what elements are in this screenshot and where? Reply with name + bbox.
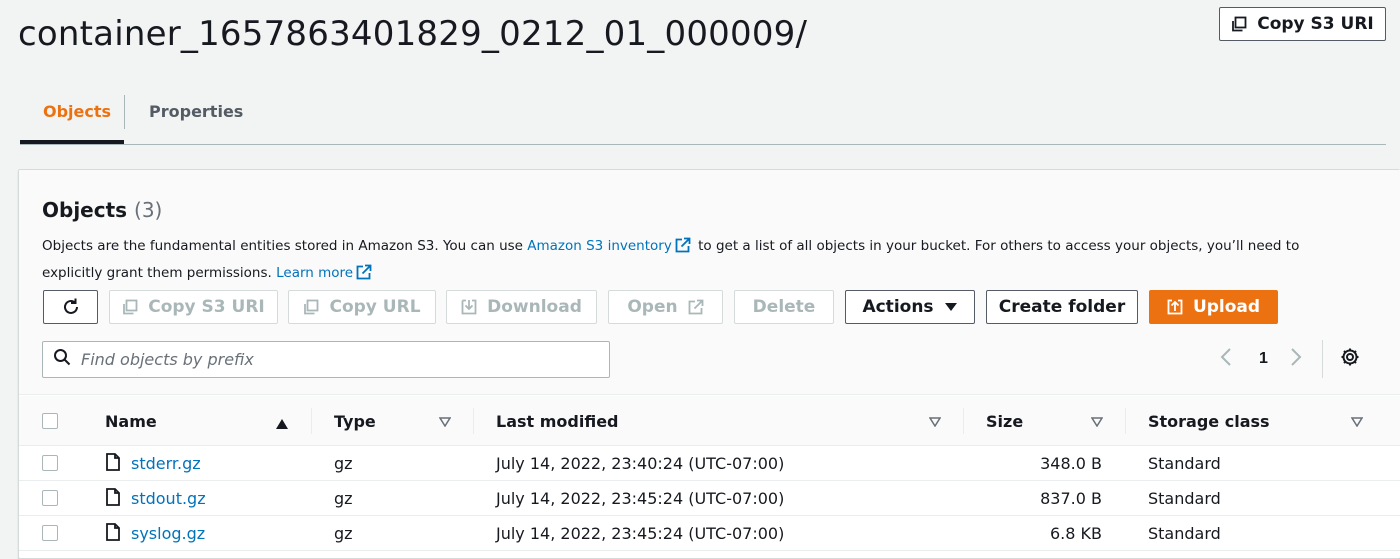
sort-caret-icon[interactable]	[1090, 414, 1104, 432]
copy-url-button[interactable]: Copy URL	[288, 290, 436, 324]
tab-properties[interactable]: Properties	[149, 102, 243, 121]
tab-objects[interactable]: Objects	[43, 102, 111, 121]
active-tab-indicator	[20, 140, 124, 144]
object-size: 348.0 B	[1040, 454, 1102, 473]
objects-count: (3)	[134, 198, 163, 222]
object-name-link[interactable]: stdout.gz	[105, 481, 206, 516]
objects-heading-label: Objects	[42, 198, 128, 222]
upload-label: Upload	[1192, 297, 1261, 317]
s3-folder-page: container_1657863401829_0212_01_000009/ …	[0, 0, 1400, 559]
preferences-button[interactable]	[1340, 342, 1360, 376]
table-row[interactable]: stdout.gz gz July 14, 2022, 23:45:24 (UT…	[19, 481, 1400, 516]
external-link-icon	[356, 264, 372, 288]
copy-s3-uri-label: Copy S3 URI	[148, 297, 265, 317]
create-folder-button[interactable]: Create folder	[986, 290, 1138, 324]
column-header-storage-class[interactable]: Storage class	[1148, 396, 1270, 446]
column-divider	[963, 408, 964, 434]
open-label: Open	[627, 297, 678, 317]
page-title: container_1657863401829_0212_01_000009/	[18, 14, 808, 54]
next-page-button[interactable]	[1289, 342, 1303, 376]
object-last-modified: July 14, 2022, 23:40:24 (UTC-07:00)	[496, 454, 785, 473]
object-size: 6.8 KB	[1050, 524, 1102, 543]
object-last-modified: July 14, 2022, 23:45:24 (UTC-07:00)	[496, 524, 785, 543]
copy-icon	[122, 299, 138, 315]
file-icon	[105, 487, 121, 510]
amazon-s3-inventory-link[interactable]: Amazon S3 inventory	[527, 238, 672, 254]
previous-page-button[interactable]	[1219, 342, 1233, 376]
object-name-link[interactable]: syslog.gz	[105, 516, 205, 551]
object-size: 837.0 B	[1040, 489, 1102, 508]
external-link-icon	[675, 237, 691, 261]
object-type: gz	[334, 489, 353, 508]
object-type: gz	[334, 454, 353, 473]
gear-icon	[1340, 347, 1360, 372]
copy-s3-uri-header-label: Copy S3 URI	[1257, 14, 1374, 34]
object-name[interactable]: syslog.gz	[131, 524, 205, 543]
pagination-divider	[1322, 340, 1323, 378]
object-storage-class: Standard	[1148, 524, 1221, 543]
external-link-icon	[688, 299, 704, 315]
objects-description: Objects are the fundamental entities sto…	[42, 234, 1362, 288]
table-header: Name Type Last modified Size Storage cla…	[19, 396, 1400, 446]
upload-button[interactable]: Upload	[1149, 290, 1278, 324]
row-checkbox[interactable]	[42, 490, 58, 506]
column-divider	[1125, 408, 1126, 434]
column-divider	[311, 408, 312, 434]
copy-s3-uri-header-button[interactable]: Copy S3 URI	[1219, 7, 1386, 41]
objects-heading: Objects (3)	[42, 198, 162, 222]
copy-icon	[303, 299, 319, 315]
description-text-1: Objects are the fundamental entities sto…	[42, 238, 528, 254]
sort-caret-icon[interactable]	[438, 414, 452, 432]
download-button[interactable]: Download	[446, 290, 597, 324]
sort-ascending-icon[interactable]	[276, 416, 288, 434]
search-icon	[53, 348, 71, 371]
chevron-left-icon	[1219, 347, 1233, 372]
download-label: Download	[487, 297, 582, 317]
column-header-name[interactable]: Name	[105, 396, 157, 446]
object-storage-class: Standard	[1148, 454, 1221, 473]
tab-bar: Objects Properties	[20, 90, 1386, 145]
object-type: gz	[334, 524, 353, 543]
current-page-number[interactable]: 1	[1259, 342, 1268, 376]
object-storage-class: Standard	[1148, 489, 1221, 508]
objects-panel: Objects (3) Objects are the fundamental …	[18, 169, 1400, 559]
search-input[interactable]	[81, 350, 581, 369]
table-row[interactable]: stderr.gz gz July 14, 2022, 23:40:24 (UT…	[19, 446, 1400, 481]
copy-icon	[1231, 16, 1247, 32]
upload-icon	[1167, 299, 1183, 315]
select-all-checkbox[interactable]	[42, 413, 58, 429]
object-name[interactable]: stdout.gz	[131, 489, 206, 508]
refresh-button[interactable]	[43, 290, 98, 324]
sort-caret-icon[interactable]	[928, 414, 942, 432]
actions-label: Actions	[862, 297, 934, 317]
delete-button[interactable]: Delete	[734, 290, 834, 324]
tab-divider	[124, 95, 125, 129]
column-divider	[473, 408, 474, 434]
file-icon	[105, 522, 121, 545]
object-name-link[interactable]: stderr.gz	[105, 446, 201, 481]
row-checkbox[interactable]	[42, 525, 58, 541]
column-header-size[interactable]: Size	[986, 396, 1023, 446]
objects-panel-header: Objects (3) Objects are the fundamental …	[19, 170, 1400, 395]
sort-caret-icon[interactable]	[1350, 414, 1364, 432]
column-header-last-modified[interactable]: Last modified	[496, 396, 619, 446]
table-row[interactable]: syslog.gz gz July 14, 2022, 23:45:24 (UT…	[19, 516, 1400, 551]
copy-url-label: Copy URL	[329, 297, 421, 317]
column-header-type[interactable]: Type	[334, 396, 376, 446]
delete-label: Delete	[752, 297, 816, 317]
file-icon	[105, 452, 121, 475]
actions-dropdown[interactable]: Actions	[845, 290, 975, 324]
download-icon	[461, 299, 477, 315]
open-button[interactable]: Open	[608, 290, 723, 324]
create-folder-label: Create folder	[998, 297, 1126, 317]
row-checkbox[interactable]	[42, 455, 58, 471]
search-field[interactable]	[42, 341, 610, 378]
object-name[interactable]: stderr.gz	[131, 454, 201, 473]
chevron-right-icon	[1289, 347, 1303, 372]
copy-s3-uri-button[interactable]: Copy S3 URI	[109, 290, 278, 324]
caret-down-icon	[944, 302, 958, 312]
learn-more-link[interactable]: Learn more	[276, 265, 353, 281]
object-last-modified: July 14, 2022, 23:45:24 (UTC-07:00)	[496, 489, 785, 508]
refresh-icon	[61, 297, 81, 317]
